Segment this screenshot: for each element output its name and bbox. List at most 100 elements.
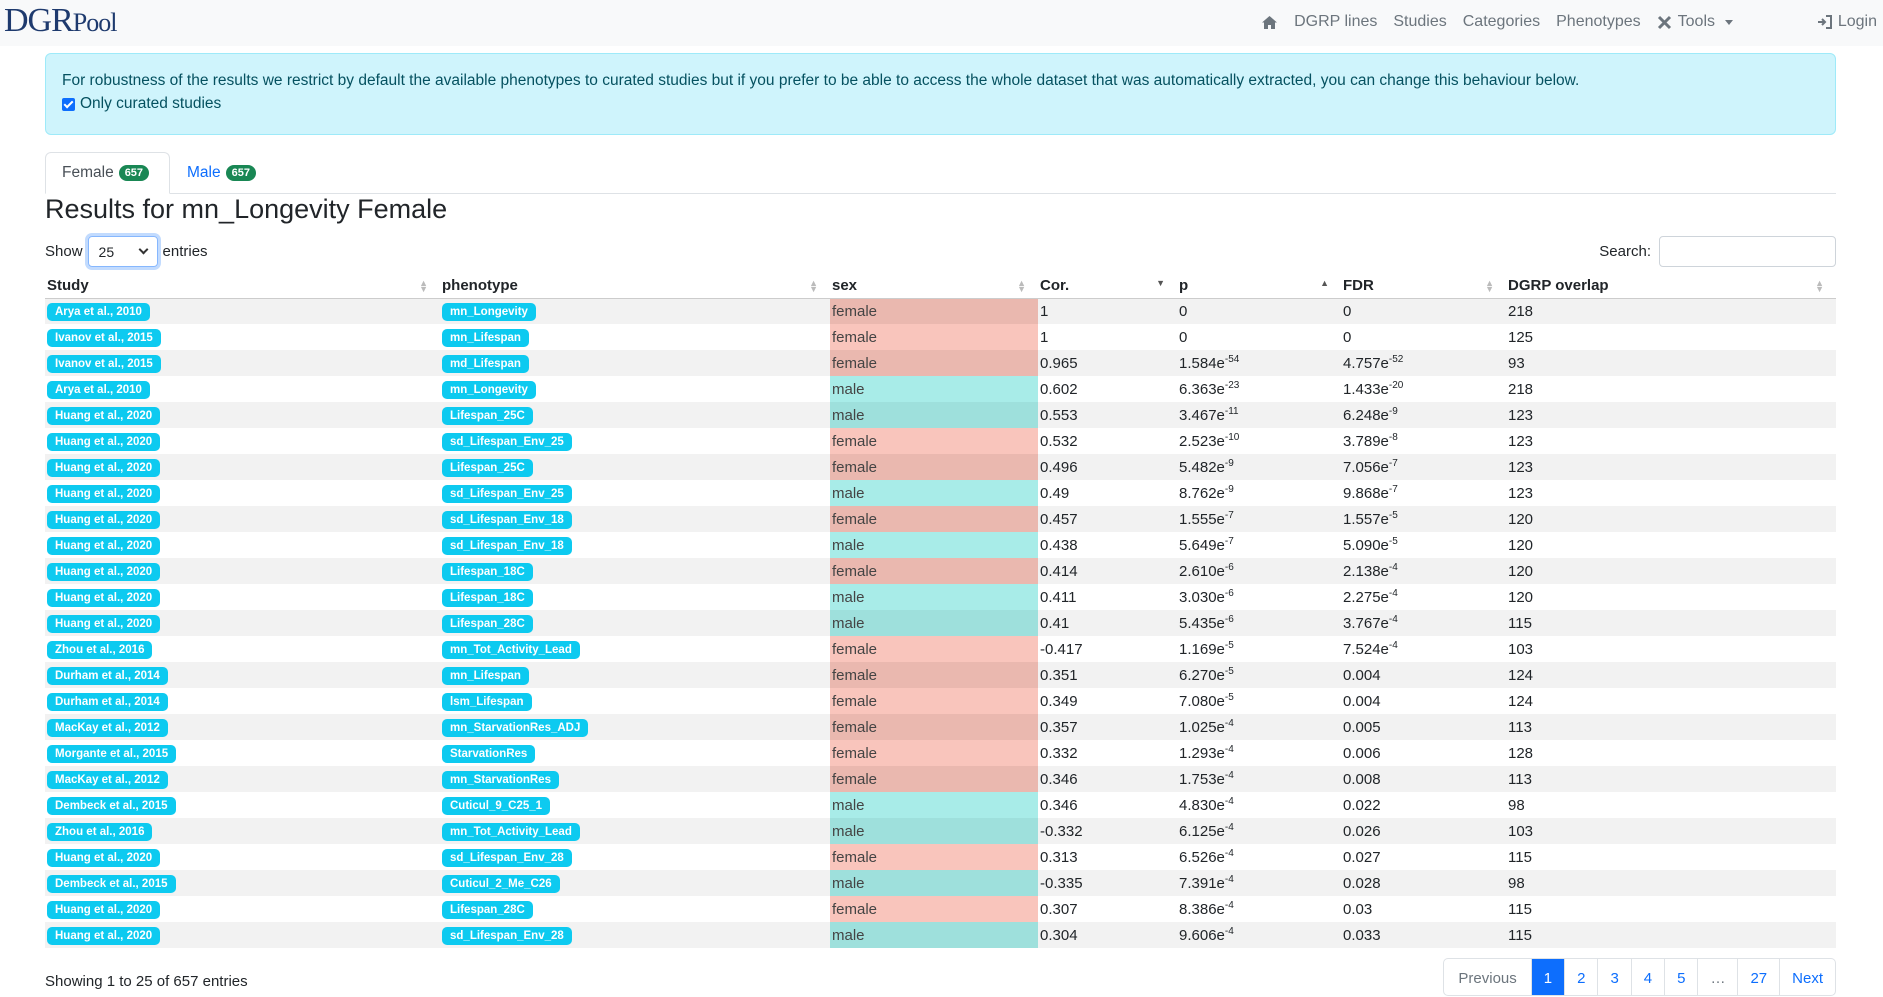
- study-badge[interactable]: MacKay et al., 2012: [47, 770, 168, 789]
- pagination-previous[interactable]: Previous: [1444, 959, 1530, 995]
- phenotype-badge[interactable]: Lifespan_25C: [442, 458, 533, 477]
- study-badge[interactable]: Huang et al., 2020: [47, 432, 161, 451]
- sex-cell: female: [830, 844, 1038, 870]
- phenotype-badge[interactable]: sd_Lifespan_Env_18: [442, 510, 572, 529]
- phenotype-badge[interactable]: sd_Lifespan_Env_28: [442, 848, 572, 867]
- study-badge[interactable]: Arya et al., 2010: [47, 380, 150, 399]
- pagination-page-3[interactable]: 3: [1597, 959, 1630, 995]
- search-input[interactable]: [1659, 236, 1836, 267]
- study-badge[interactable]: Huang et al., 2020: [47, 406, 161, 425]
- phenotype-badge[interactable]: Lifespan_18C: [442, 562, 533, 581]
- col-header-study[interactable]: Study ▲ ▼: [45, 274, 440, 299]
- nav-categories[interactable]: Categories: [1463, 13, 1540, 31]
- phenotype-badge[interactable]: md_Lifespan: [442, 354, 529, 373]
- curated-checkbox-label[interactable]: Only curated studies: [80, 95, 221, 113]
- pagination-page-4[interactable]: 4: [1630, 959, 1664, 995]
- overlap-cell: 120: [1506, 532, 1836, 558]
- table-info: Showing 1 to 25 of 657 entries: [45, 973, 248, 990]
- study-cell: Huang et al., 2020: [45, 454, 440, 480]
- study-badge[interactable]: Ivanov et al., 2015: [47, 328, 161, 347]
- study-badge[interactable]: Huang et al., 2020: [47, 562, 161, 581]
- study-badge[interactable]: Dembeck et al., 2015: [47, 796, 176, 815]
- col-header-p[interactable]: p ▲: [1177, 274, 1341, 299]
- overlap-cell: 113: [1506, 766, 1836, 792]
- pagination-page-1[interactable]: 1: [1530, 959, 1565, 995]
- fdr-value-mantissa: 5.090e: [1343, 537, 1389, 554]
- p-cell: 5.649e-7: [1177, 532, 1341, 558]
- login-link[interactable]: Login: [1817, 13, 1877, 31]
- fdr-value-mantissa: 0.004: [1343, 693, 1381, 710]
- curated-checkbox-row[interactable]: Only curated studies: [62, 95, 1819, 113]
- col-header-cor[interactable]: Cor. ▼: [1038, 274, 1177, 299]
- sex-cell: female: [830, 896, 1038, 922]
- tab-male[interactable]: Male 657: [171, 152, 272, 194]
- study-badge[interactable]: Huang et al., 2020: [47, 484, 161, 503]
- nav-studies[interactable]: Studies: [1393, 13, 1446, 31]
- pagination-page-5[interactable]: 5: [1664, 959, 1697, 995]
- nav-tools-dropdown[interactable]: Tools: [1657, 13, 1733, 31]
- study-badge[interactable]: Huang et al., 2020: [47, 848, 161, 867]
- study-badge[interactable]: Huang et al., 2020: [47, 926, 161, 945]
- phenotype-badge[interactable]: sd_Lifespan_Env_25: [442, 432, 572, 451]
- study-badge[interactable]: Huang et al., 2020: [47, 614, 161, 633]
- tab-female[interactable]: Female 657: [45, 152, 170, 194]
- phenotype-badge[interactable]: Cuticul_2_Me_C26: [442, 874, 560, 893]
- study-badge[interactable]: Huang et al., 2020: [47, 588, 161, 607]
- study-badge[interactable]: Zhou et al., 2016: [47, 822, 153, 841]
- study-badge[interactable]: Durham et al., 2014: [47, 692, 168, 711]
- p-value-exponent: -4: [1224, 744, 1234, 755]
- p-value-mantissa: 9.606e: [1179, 927, 1225, 944]
- study-badge[interactable]: Dembeck et al., 2015: [47, 874, 176, 893]
- phenotype-badge[interactable]: mn_StarvationRes: [442, 770, 559, 789]
- nav-phenotypes[interactable]: Phenotypes: [1556, 13, 1641, 31]
- phenotype-badge[interactable]: Lifespan_28C: [442, 900, 533, 919]
- phenotype-badge[interactable]: sd_Lifespan_Env_18: [442, 536, 572, 555]
- study-cell: Ivanov et al., 2015: [45, 350, 440, 376]
- phenotype-badge[interactable]: mn_Tot_Activity_Lead: [442, 822, 580, 841]
- phenotype-badge[interactable]: mn_Lifespan: [442, 666, 529, 685]
- study-badge[interactable]: MacKay et al., 2012: [47, 718, 168, 737]
- col-header-sex[interactable]: sex ▲ ▼: [830, 274, 1038, 299]
- nav-dgrp-lines[interactable]: DGRP lines: [1294, 13, 1377, 31]
- home-link[interactable]: [1261, 15, 1278, 30]
- col-header-fdr[interactable]: FDR ▲ ▼: [1341, 274, 1506, 299]
- study-badge[interactable]: Ivanov et al., 2015: [47, 354, 161, 373]
- p-value-mantissa: 7.080e: [1179, 693, 1225, 710]
- study-badge[interactable]: Zhou et al., 2016: [47, 640, 153, 659]
- brand-logo[interactable]: DGRPool: [4, 2, 117, 40]
- pagination-next[interactable]: Next: [1779, 959, 1835, 995]
- pagination-page-27[interactable]: 27: [1737, 959, 1779, 995]
- phenotype-badge[interactable]: Cuticul_9_C25_1: [442, 796, 551, 815]
- phenotype-cell: mn_Tot_Activity_Lead: [440, 818, 830, 844]
- study-badge[interactable]: Huang et al., 2020: [47, 458, 161, 477]
- phenotype-badge[interactable]: mn_Longevity: [442, 302, 536, 321]
- p-cell: 1.584e-54: [1177, 350, 1341, 376]
- phenotype-badge[interactable]: Lifespan_28C: [442, 614, 533, 633]
- curated-checkbox[interactable]: [62, 97, 75, 111]
- sex-cell: female: [830, 714, 1038, 740]
- fdr-value-mantissa: 0.028: [1343, 875, 1381, 892]
- study-badge[interactable]: Huang et al., 2020: [47, 510, 161, 529]
- phenotype-badge[interactable]: sd_Lifespan_Env_28: [442, 926, 572, 945]
- study-badge[interactable]: Arya et al., 2010: [47, 302, 150, 321]
- col-header-overlap[interactable]: DGRP overlap ▲ ▼: [1506, 274, 1836, 299]
- entries-select[interactable]: 25: [87, 236, 158, 267]
- phenotype-badge[interactable]: Lifespan_25C: [442, 406, 533, 425]
- phenotype-badge[interactable]: StarvationRes: [442, 744, 536, 763]
- study-badge[interactable]: Huang et al., 2020: [47, 900, 161, 919]
- cor-cell: 0.496: [1038, 454, 1177, 480]
- study-badge[interactable]: Huang et al., 2020: [47, 536, 161, 555]
- phenotype-badge[interactable]: mn_Tot_Activity_Lead: [442, 640, 580, 659]
- phenotype-badge[interactable]: sd_Lifespan_Env_25: [442, 484, 572, 503]
- study-badge[interactable]: Morgante et al., 2015: [47, 744, 177, 763]
- study-badge[interactable]: Durham et al., 2014: [47, 666, 168, 685]
- col-header-phenotype[interactable]: phenotype ▲ ▼: [440, 274, 830, 299]
- phenotype-badge[interactable]: mn_StarvationRes_ADJ: [442, 718, 589, 737]
- phenotype-badge[interactable]: mn_Lifespan: [442, 328, 529, 347]
- study-cell: Huang et al., 2020: [45, 428, 440, 454]
- pagination-page-2[interactable]: 2: [1564, 959, 1597, 995]
- phenotype-badge[interactable]: Lifespan_18C: [442, 588, 533, 607]
- table-row: Huang et al., 2020 sd_Lifespan_Env_25 fema…: [45, 428, 1836, 454]
- phenotype-badge[interactable]: lsm_Lifespan: [442, 692, 532, 711]
- phenotype-badge[interactable]: mn_Longevity: [442, 380, 536, 399]
